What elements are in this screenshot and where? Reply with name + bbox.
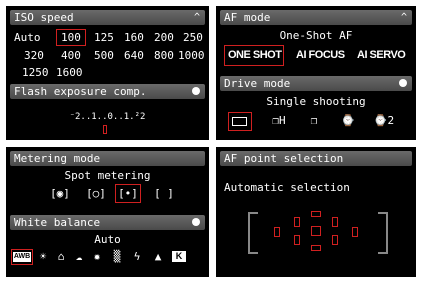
toggle-dot-icon[interactable] [192,87,200,95]
af-drive-panel: AF mode ^ One-Shot AF ONE SHOT AI FOCUS … [216,6,416,140]
custom-wb-icon[interactable]: ▲ [150,250,166,263]
partial-metering-icon[interactable]: [○] [84,187,108,200]
white-balance-header[interactable]: White balance [10,215,205,230]
af-point[interactable] [311,245,321,251]
af-point[interactable] [294,235,300,245]
af-point[interactable] [294,217,300,227]
awb-icon[interactable]: AWB [13,252,31,262]
af-point[interactable] [311,211,321,217]
white-balance-title: White balance [14,216,101,229]
burst-icon[interactable]: ❐ [304,114,324,127]
af-mode-header[interactable]: AF mode ^ [220,10,412,25]
metering-wb-panel: Metering mode Spot metering [◉] [○] [•] … [6,147,209,277]
drive-mode-header[interactable]: Drive mode [220,76,412,91]
af-selected-frame [224,45,284,66]
toggle-dot-icon[interactable] [399,79,407,87]
iso-option-125[interactable]: 125 [94,31,114,44]
kelvin-icon[interactable]: K [172,251,186,262]
iso-option-1600[interactable]: 1600 [56,66,83,79]
evaluative-metering-icon[interactable]: [◉] [48,187,72,200]
af-mode-title: AF mode [224,11,271,24]
tungsten-icon[interactable]: ✹ [90,250,104,263]
metering-mode-title: Metering mode [14,152,101,165]
af-point[interactable] [332,235,338,245]
self-timer-2s-icon[interactable]: ⌚2 [371,114,397,127]
iso-option-200[interactable]: 200 [154,31,174,44]
af-option-ai-focus[interactable]: AI FOCUS [296,49,345,61]
iso-option-160[interactable]: 160 [124,31,144,44]
metering-mode-current: Spot metering [64,169,151,182]
single-shooting-icon[interactable] [232,117,247,126]
af-point[interactable] [274,227,280,237]
iso-flash-panel: ISO speed ^ Auto 100 125 160 200 250 320… [6,6,209,140]
af-point-grid[interactable] [216,147,416,277]
af-point-panel: AF point selection Automatic selection [216,147,416,277]
af-area-right-bracket [378,212,388,254]
flash-icon[interactable]: ϟ [130,250,144,263]
iso-option-auto[interactable]: Auto [14,31,41,44]
drive-mode-title: Drive mode [224,77,291,90]
iso-option-1250[interactable]: 1250 [22,66,49,79]
iso-speed-header[interactable]: ISO speed ^ [10,10,205,25]
flash-exposure-marker [103,125,107,134]
af-mode-current: One-Shot AF [279,29,353,42]
flash-exposure-scale[interactable]: ⁻2..1..0..1.²2 [6,112,209,122]
iso-option-1000[interactable]: 1000 [178,49,205,62]
af-area-left-bracket [248,212,258,254]
iso-option-500[interactable]: 500 [94,49,114,62]
spot-metering-icon[interactable]: [•] [116,187,140,200]
self-timer-10s-icon[interactable]: ⌚ [338,114,358,127]
toggle-dot-icon[interactable] [192,218,200,226]
iso-option-250[interactable]: 250 [183,31,203,44]
white-balance-current: Auto [94,233,121,246]
iso-option-400[interactable]: 400 [61,49,81,62]
iso-option-640[interactable]: 640 [124,49,144,62]
af-point[interactable] [332,217,338,227]
shade-icon[interactable]: ⌂ [54,250,68,263]
af-option-ai-servo[interactable]: AI SERVO [357,49,406,61]
iso-option-320[interactable]: 320 [24,49,44,62]
iso-speed-title: ISO speed [14,11,74,24]
flash-exposure-title: Flash exposure comp. [14,85,147,98]
daylight-icon[interactable]: ☀ [36,250,50,263]
center-weighted-icon[interactable]: [ ] [152,187,176,200]
metering-mode-header[interactable]: Metering mode [10,151,205,166]
collapse-icon[interactable]: ^ [401,10,407,25]
flash-exposure-header[interactable]: Flash exposure comp. [10,84,205,99]
af-point[interactable] [311,226,321,236]
drive-mode-current: Single shooting [266,95,366,108]
cloudy-icon[interactable]: ☁ [72,250,86,263]
iso-selected-frame [56,29,86,46]
collapse-icon[interactable]: ^ [194,10,200,25]
af-point[interactable] [352,227,358,237]
continuous-shooting-icon[interactable]: ❐H [266,114,292,127]
fluorescent-icon[interactable]: ▒ [110,250,124,263]
iso-option-800[interactable]: 800 [154,49,174,62]
